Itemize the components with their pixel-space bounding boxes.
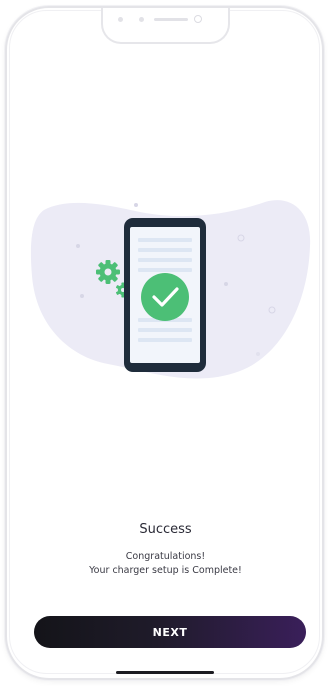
- decor-dot: [80, 294, 84, 298]
- gear-icon: [96, 260, 120, 284]
- next-button[interactable]: NEXT: [34, 616, 306, 648]
- decor-dot: [134, 203, 138, 207]
- decor-dot: [76, 244, 80, 248]
- device-notch: [101, 8, 230, 44]
- sensor-dot: [118, 17, 123, 22]
- sensor-dot: [139, 17, 144, 22]
- phone-success-illustration: [30, 200, 311, 379]
- check-icon: [141, 273, 189, 321]
- decor-dot: [224, 282, 228, 286]
- home-indicator: [116, 671, 214, 674]
- success-title: Success: [139, 522, 192, 537]
- speaker-grille: [154, 18, 188, 21]
- front-camera: [194, 15, 202, 23]
- success-message-line1: Congratulations!: [125, 551, 206, 562]
- decor-dot: [256, 352, 260, 356]
- success-message-line2: Your charger setup is Complete!: [89, 565, 242, 576]
